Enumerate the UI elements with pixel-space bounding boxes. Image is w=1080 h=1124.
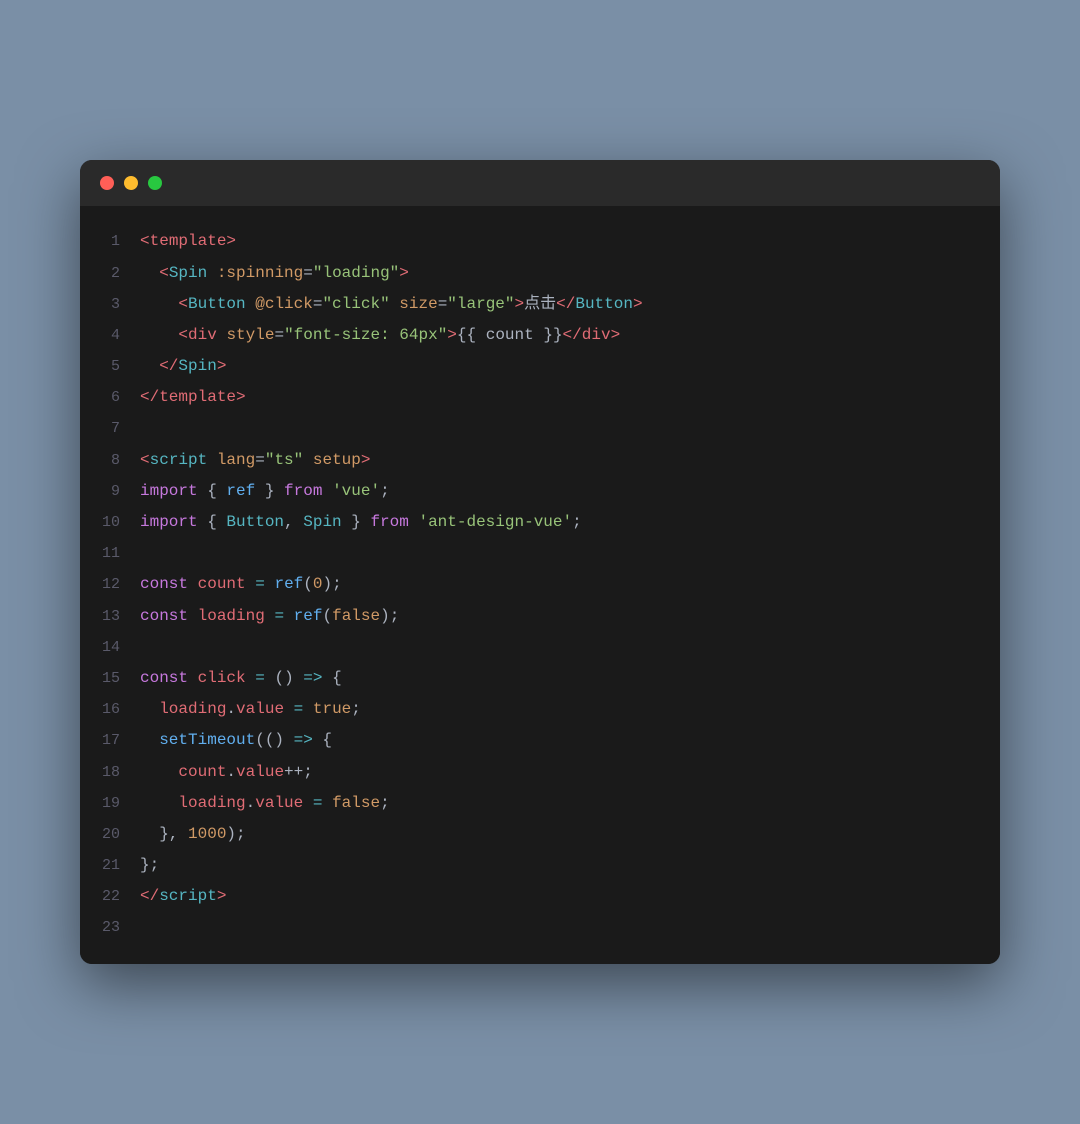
- code-line-17: 17 setTimeout(() => {: [80, 725, 1000, 756]
- code-line-8: 8 <script lang="ts" setup>: [80, 445, 1000, 476]
- code-line-6: 6 </template>: [80, 382, 1000, 413]
- code-line-20: 20 }, 1000);: [80, 819, 1000, 850]
- code-line-13: 13 const loading = ref(false);: [80, 601, 1000, 632]
- code-area: 1 <template> 2 <Spin :spinning="loading"…: [80, 206, 1000, 963]
- code-line-9: 9 import { ref } from 'vue';: [80, 476, 1000, 507]
- code-line-15: 15 const click = () => {: [80, 663, 1000, 694]
- maximize-button[interactable]: [148, 176, 162, 190]
- code-line-23: 23: [80, 912, 1000, 943]
- code-line-5: 5 </Spin>: [80, 351, 1000, 382]
- close-button[interactable]: [100, 176, 114, 190]
- minimize-button[interactable]: [124, 176, 138, 190]
- code-line-4: 4 <div style="font-size: 64px">{{ count …: [80, 320, 1000, 351]
- code-line-7: 7: [80, 413, 1000, 444]
- code-line-21: 21 };: [80, 850, 1000, 881]
- code-line-3: 3 <Button @click="click" size="large">点击…: [80, 289, 1000, 320]
- titlebar: [80, 160, 1000, 206]
- code-line-2: 2 <Spin :spinning="loading">: [80, 258, 1000, 289]
- code-line-1: 1 <template>: [80, 226, 1000, 257]
- code-line-22: 22 </script>: [80, 881, 1000, 912]
- code-editor-window: 1 <template> 2 <Spin :spinning="loading"…: [80, 160, 1000, 963]
- code-line-14: 14: [80, 632, 1000, 663]
- code-line-16: 16 loading.value = true;: [80, 694, 1000, 725]
- code-line-10: 10 import { Button, Spin } from 'ant-des…: [80, 507, 1000, 538]
- code-line-12: 12 const count = ref(0);: [80, 569, 1000, 600]
- code-line-19: 19 loading.value = false;: [80, 788, 1000, 819]
- code-line-18: 18 count.value++;: [80, 757, 1000, 788]
- code-line-11: 11: [80, 538, 1000, 569]
